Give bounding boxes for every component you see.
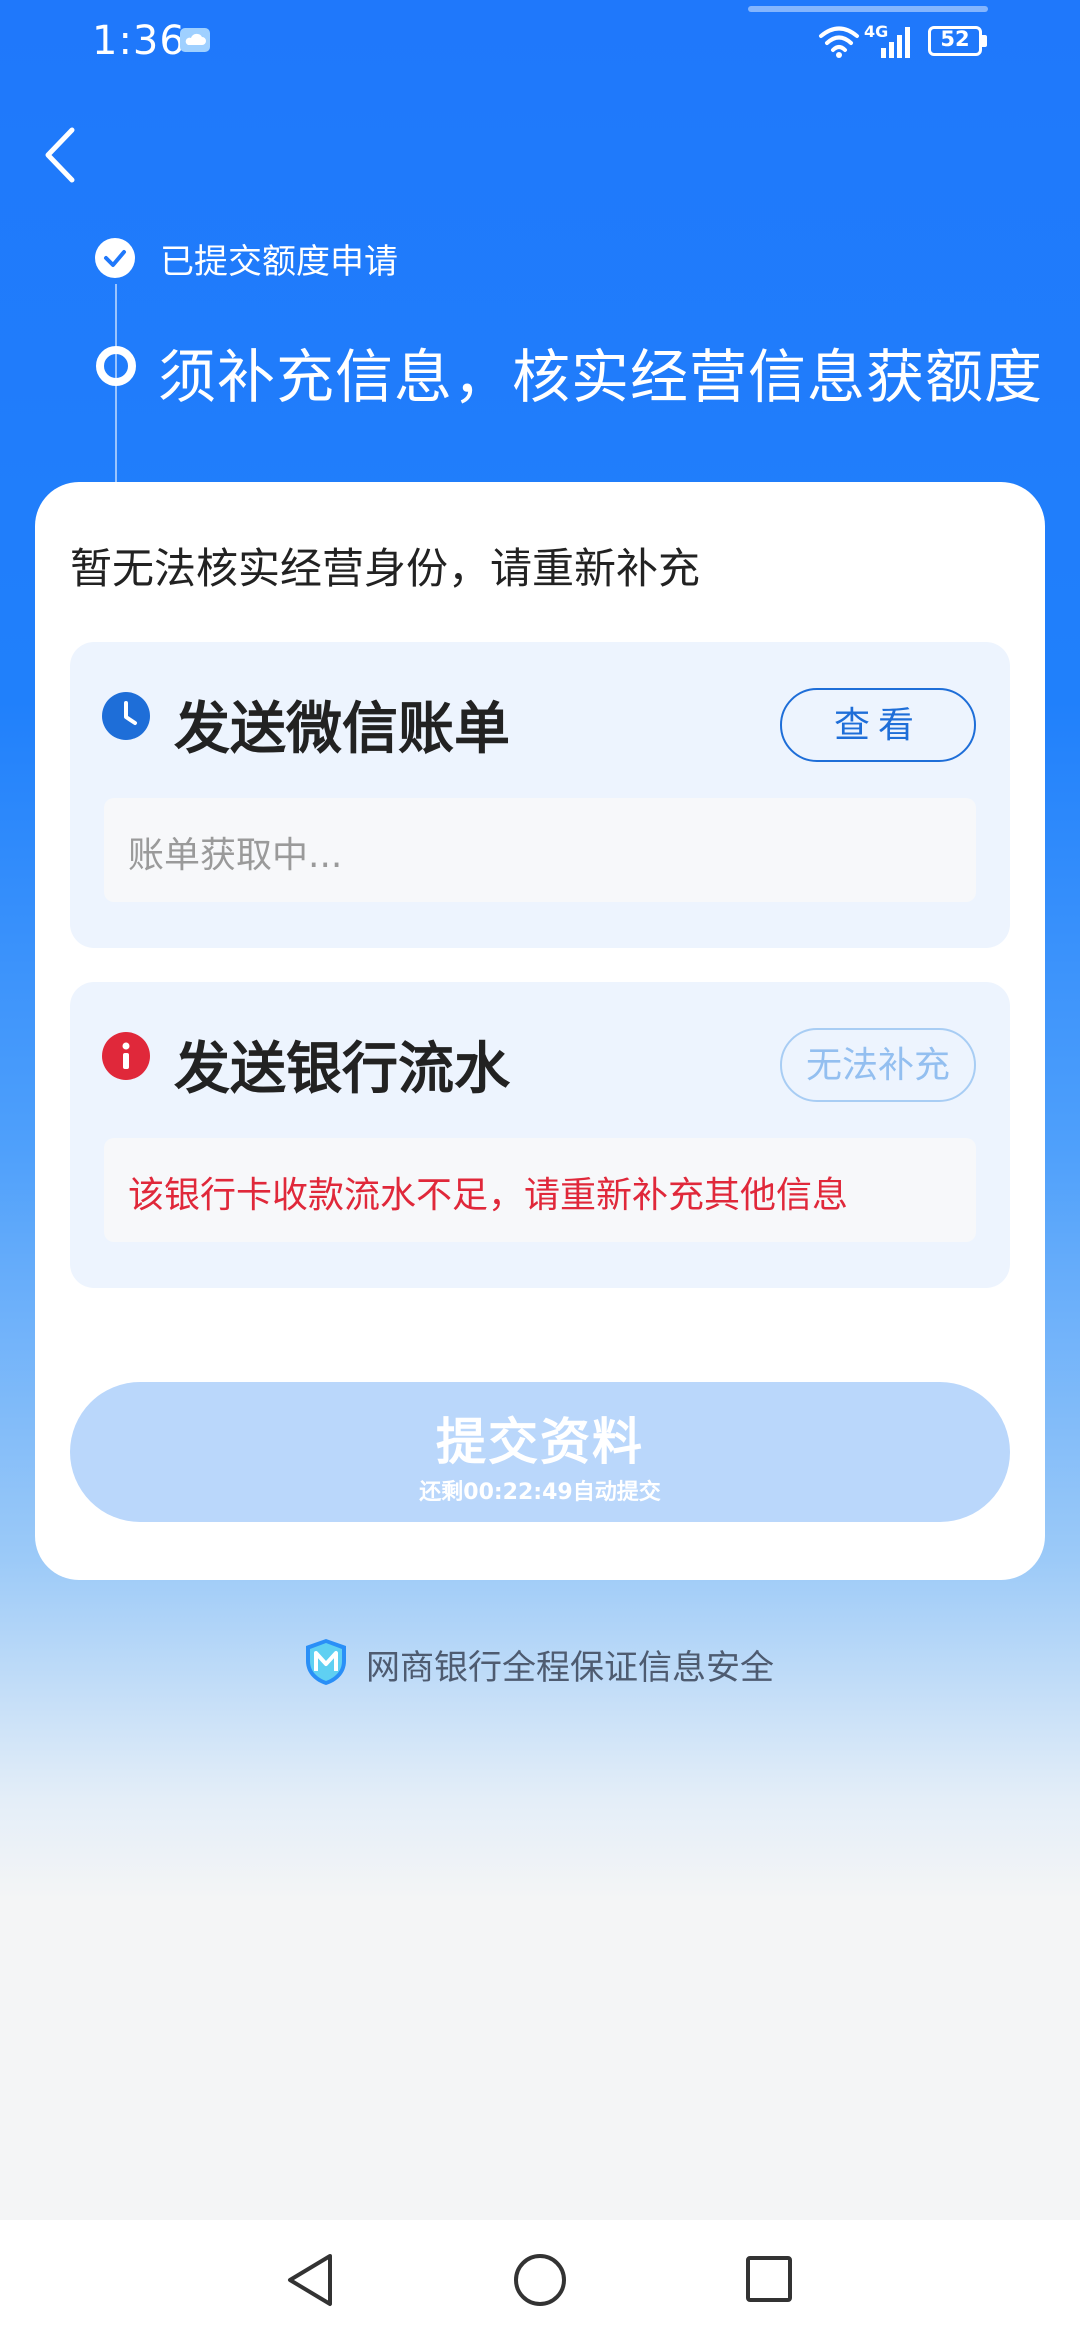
back-button[interactable] — [30, 120, 100, 190]
clock-icon — [102, 692, 150, 740]
task-status-box: 账单获取中... — [104, 798, 976, 902]
step-submitted-label: 已提交额度申请 — [160, 242, 398, 282]
task-bank-statement: 发送银行流水 无法补充 该银行卡收款流水不足，请重新补充其他信息 — [70, 982, 1010, 1288]
status-pill — [748, 6, 988, 12]
recents-square-icon[interactable] — [746, 2256, 792, 2302]
ring-icon — [96, 346, 136, 386]
task-status-text: 账单获取中... — [128, 835, 343, 876]
card-notice: 暂无法核实经营身份，请重新补充 — [70, 544, 701, 593]
submit-button[interactable]: 提交资料 还剩00:22:49自动提交 — [70, 1382, 1010, 1522]
battery-level: 52 — [940, 27, 970, 51]
check-circle-icon — [95, 238, 135, 278]
task-title: 发送银行流水 — [174, 1037, 510, 1102]
wifi-icon — [819, 26, 859, 58]
chevron-left-icon — [45, 127, 75, 183]
signal-icon — [881, 27, 910, 58]
view-button[interactable]: 查看 — [780, 688, 976, 762]
status-time: 1:36 — [92, 18, 186, 64]
task-error-text: 该银行卡收款流水不足，请重新补充其他信息 — [128, 1175, 849, 1216]
task-status-box: 该银行卡收款流水不足，请重新补充其他信息 — [104, 1138, 976, 1242]
cloud-icon — [180, 28, 210, 52]
battery-icon: 52 — [928, 26, 988, 56]
security-text: 网商银行全程保证信息安全 — [366, 1648, 774, 1688]
step-current-label: 须补充信息，核实经营信息获额度 — [158, 343, 1044, 411]
status-bar: 1:36 4G 52 — [0, 0, 1080, 90]
shield-icon — [306, 1639, 346, 1685]
submit-label: 提交资料 — [436, 1413, 644, 1471]
home-circle-icon[interactable] — [514, 2254, 566, 2306]
task-wechat-bill: 发送微信账单 查看 账单获取中... — [70, 642, 1010, 948]
back-triangle-icon[interactable] — [282, 2250, 338, 2310]
alert-icon — [102, 1032, 150, 1080]
cannot-supplement-button[interactable]: 无法补充 — [780, 1028, 976, 1102]
task-title: 发送微信账单 — [174, 697, 510, 762]
system-nav-bar — [0, 2220, 1080, 2340]
submit-countdown: 还剩00:22:49自动提交 — [419, 1480, 661, 1505]
